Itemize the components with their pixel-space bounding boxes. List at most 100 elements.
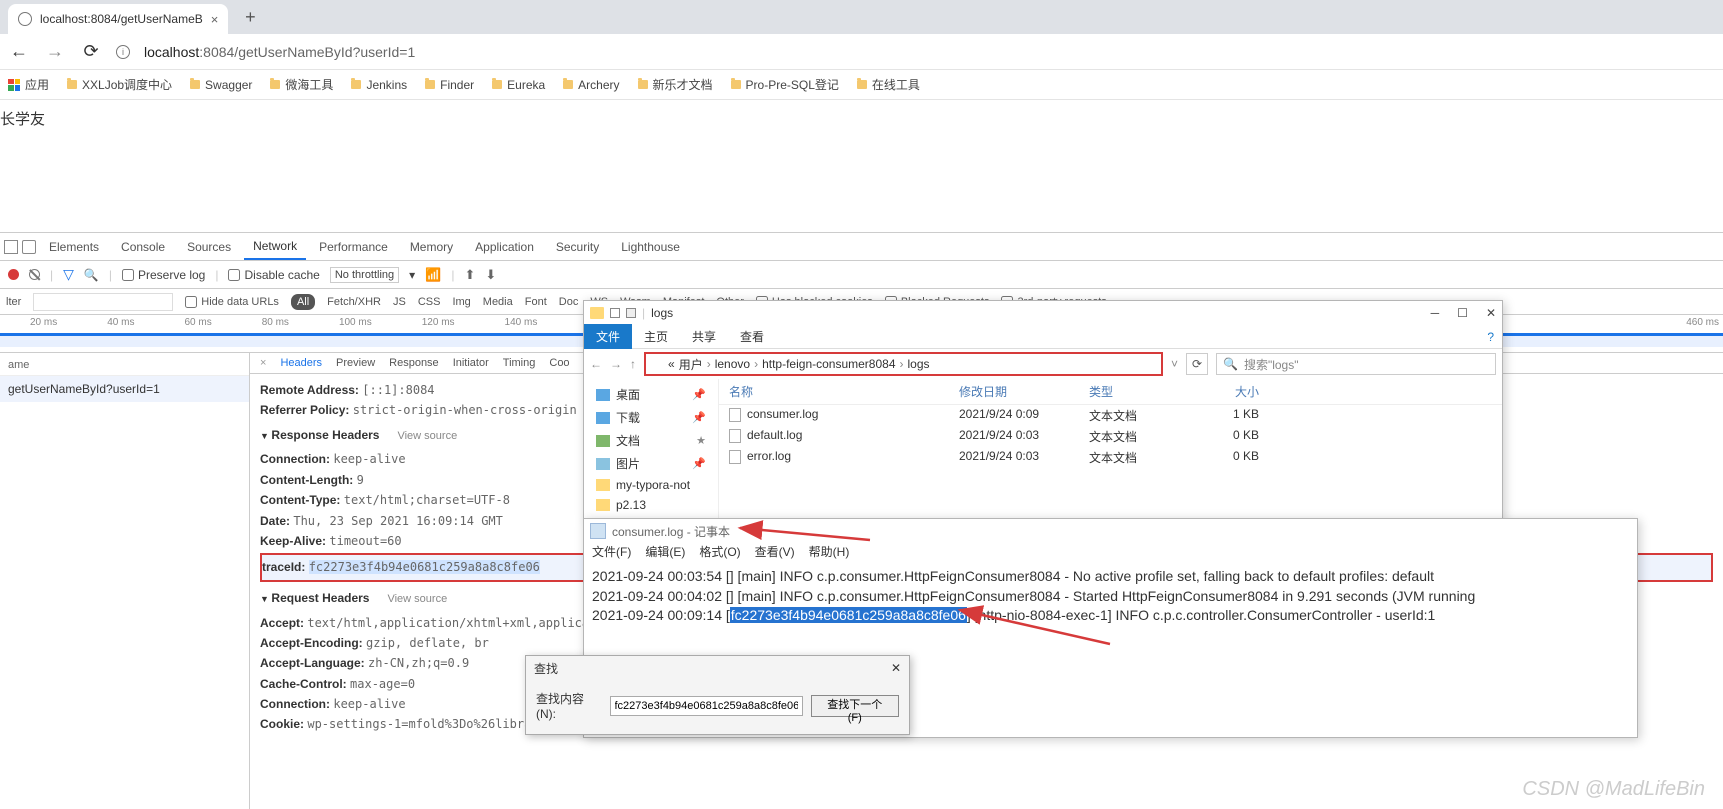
tab-headers[interactable]: Headers — [280, 357, 322, 369]
close-detail-button[interactable]: × — [260, 357, 266, 369]
menu-edit[interactable]: 编辑(E) — [645, 543, 685, 563]
file-row[interactable]: consumer.log2021/9/24 0:09文本文档1 KB — [719, 405, 1502, 426]
tab-preview[interactable]: Preview — [336, 357, 375, 369]
tab-file[interactable]: 文件 — [584, 324, 632, 349]
inspect-icon[interactable] — [4, 240, 18, 254]
help-icon[interactable]: ? — [1479, 330, 1502, 344]
device-icon[interactable] — [22, 240, 36, 254]
nav-downloads[interactable]: 下载📌 — [584, 406, 718, 429]
checkbox-icon[interactable] — [610, 308, 620, 318]
tab-initiator[interactable]: Initiator — [453, 357, 489, 369]
notepad-titlebar[interactable]: consumer.log - 记事本 — [584, 519, 1637, 543]
bookmark-item[interactable]: Jenkins — [351, 78, 407, 92]
chevron-down-icon[interactable]: ▾ — [409, 268, 415, 282]
tab-view[interactable]: 查看 — [728, 324, 776, 349]
bookmark-item[interactable]: XXLJob调度中心 — [67, 76, 172, 93]
search-icon[interactable]: 🔍 — [84, 268, 99, 282]
forward-button[interactable]: → — [610, 357, 622, 371]
filter-font[interactable]: Font — [525, 296, 547, 308]
bookmark-item[interactable]: Eureka — [492, 78, 545, 92]
close-button[interactable]: ✕ — [891, 661, 901, 675]
nav-folder[interactable]: p2.13 — [584, 495, 718, 515]
view-source-link[interactable]: View source — [387, 593, 447, 605]
apps-button[interactable]: 应用 — [8, 76, 49, 93]
column-headers[interactable]: 名称修改日期类型大小 — [719, 379, 1502, 405]
bookmark-item[interactable]: Swagger — [190, 78, 252, 92]
view-source-link[interactable]: View source — [397, 430, 457, 442]
tab-timing[interactable]: Timing — [503, 357, 536, 369]
nav-documents[interactable]: 文档★ — [584, 429, 718, 452]
filter-all[interactable]: All — [291, 294, 315, 310]
bookmark-item[interactable]: Pro-Pre-SQL登记 — [731, 76, 839, 93]
filter-media[interactable]: Media — [483, 296, 513, 308]
filter-img[interactable]: Img — [452, 296, 470, 308]
menu-file[interactable]: 文件(F) — [592, 543, 631, 563]
tab-memory[interactable]: Memory — [401, 233, 462, 260]
record-button[interactable] — [8, 269, 19, 280]
tab-home[interactable]: 主页 — [632, 324, 680, 349]
filter-icon[interactable]: ▽ — [63, 266, 74, 283]
hide-data-urls-checkbox[interactable]: Hide data URLs — [185, 296, 279, 308]
bookmark-item[interactable]: Finder — [425, 78, 474, 92]
clear-button[interactable] — [29, 269, 40, 280]
back-button[interactable]: ← — [590, 357, 602, 371]
tab-response[interactable]: Response — [389, 357, 439, 369]
url-display[interactable]: localhost:8084/getUserNameById?userId=1 — [144, 44, 415, 60]
upload-icon[interactable]: ⬆ — [465, 267, 476, 283]
filter-css[interactable]: CSS — [418, 296, 441, 308]
bookmark-item[interactable]: Archery — [563, 78, 619, 92]
nav-pictures[interactable]: 图片📌 — [584, 452, 718, 475]
tab-cookies[interactable]: Coo — [549, 357, 569, 369]
checkbox-icon[interactable] — [626, 308, 636, 318]
find-titlebar[interactable]: 查找 ✕ — [526, 656, 909, 680]
name-column-header[interactable]: ame — [0, 353, 249, 376]
preserve-log-checkbox[interactable]: Preserve log — [122, 268, 205, 282]
site-info-icon[interactable]: i — [116, 45, 130, 59]
tab-lighthouse[interactable]: Lighthouse — [612, 233, 689, 260]
filter-doc[interactable]: Doc — [559, 296, 579, 308]
menu-view[interactable]: 查看(V) — [755, 543, 795, 563]
filter-input[interactable] — [33, 293, 173, 311]
file-row[interactable]: error.log2021/9/24 0:03文本文档0 KB — [719, 447, 1502, 468]
tab-security[interactable]: Security — [547, 233, 608, 260]
bookmark-item[interactable]: 新乐才文档 — [638, 76, 713, 93]
search-box[interactable]: 🔍搜索"logs" — [1216, 353, 1496, 375]
file-row[interactable]: default.log2021/9/24 0:03文本文档0 KB — [719, 426, 1502, 447]
nav-folder[interactable]: my-typora-not — [584, 475, 718, 495]
back-button[interactable]: ← — [8, 41, 30, 62]
tab-performance[interactable]: Performance — [310, 233, 397, 260]
tab-share[interactable]: 共享 — [680, 324, 728, 349]
refresh-button[interactable]: ⟳ — [1186, 353, 1208, 375]
request-row[interactable]: getUserNameById?userId=1 — [0, 376, 249, 402]
minimize-button[interactable]: ─ — [1431, 306, 1440, 320]
filter-fetch[interactable]: Fetch/XHR — [327, 296, 381, 308]
find-next-button[interactable]: 查找下一个(F) — [811, 695, 900, 717]
explorer-titlebar[interactable]: | logs ─ ☐ ✕ — [584, 301, 1502, 325]
bookmark-item[interactable]: 在线工具 — [857, 76, 920, 93]
browser-tab[interactable]: localhost:8084/getUserNameB × — [8, 4, 228, 34]
bookmark-item[interactable]: 微海工具 — [270, 76, 333, 93]
download-icon[interactable]: ⬇ — [485, 267, 496, 283]
notepad-body[interactable]: 2021-09-24 00:03:54 [] [main] INFO c.p.c… — [584, 563, 1637, 630]
find-input[interactable] — [610, 696, 803, 716]
reload-button[interactable]: ⟳ — [80, 41, 102, 62]
tab-application[interactable]: Application — [466, 233, 543, 260]
throttling-select[interactable]: No throttling — [330, 267, 399, 283]
tab-network[interactable]: Network — [244, 233, 306, 260]
tab-sources[interactable]: Sources — [178, 233, 240, 260]
close-icon[interactable]: × — [211, 12, 219, 27]
nav-desktop[interactable]: 桌面📌 — [584, 383, 718, 406]
dropdown-icon[interactable]: ˅ — [1171, 357, 1178, 371]
wifi-icon[interactable]: 📶 — [425, 267, 441, 283]
menu-help[interactable]: 帮助(H) — [809, 543, 850, 563]
forward-button[interactable]: → — [44, 41, 66, 62]
tab-elements[interactable]: Elements — [40, 233, 108, 260]
filter-js[interactable]: JS — [393, 296, 406, 308]
up-button[interactable]: ↑ — [630, 357, 636, 371]
close-button[interactable]: ✕ — [1486, 306, 1496, 320]
menu-format[interactable]: 格式(O) — [699, 543, 740, 563]
tab-console[interactable]: Console — [112, 233, 174, 260]
new-tab-button[interactable]: + — [236, 3, 264, 31]
disable-cache-checkbox[interactable]: Disable cache — [228, 268, 319, 282]
breadcrumb[interactable]: « 用户› lenovo› http-feign-consumer8084› l… — [644, 352, 1163, 376]
